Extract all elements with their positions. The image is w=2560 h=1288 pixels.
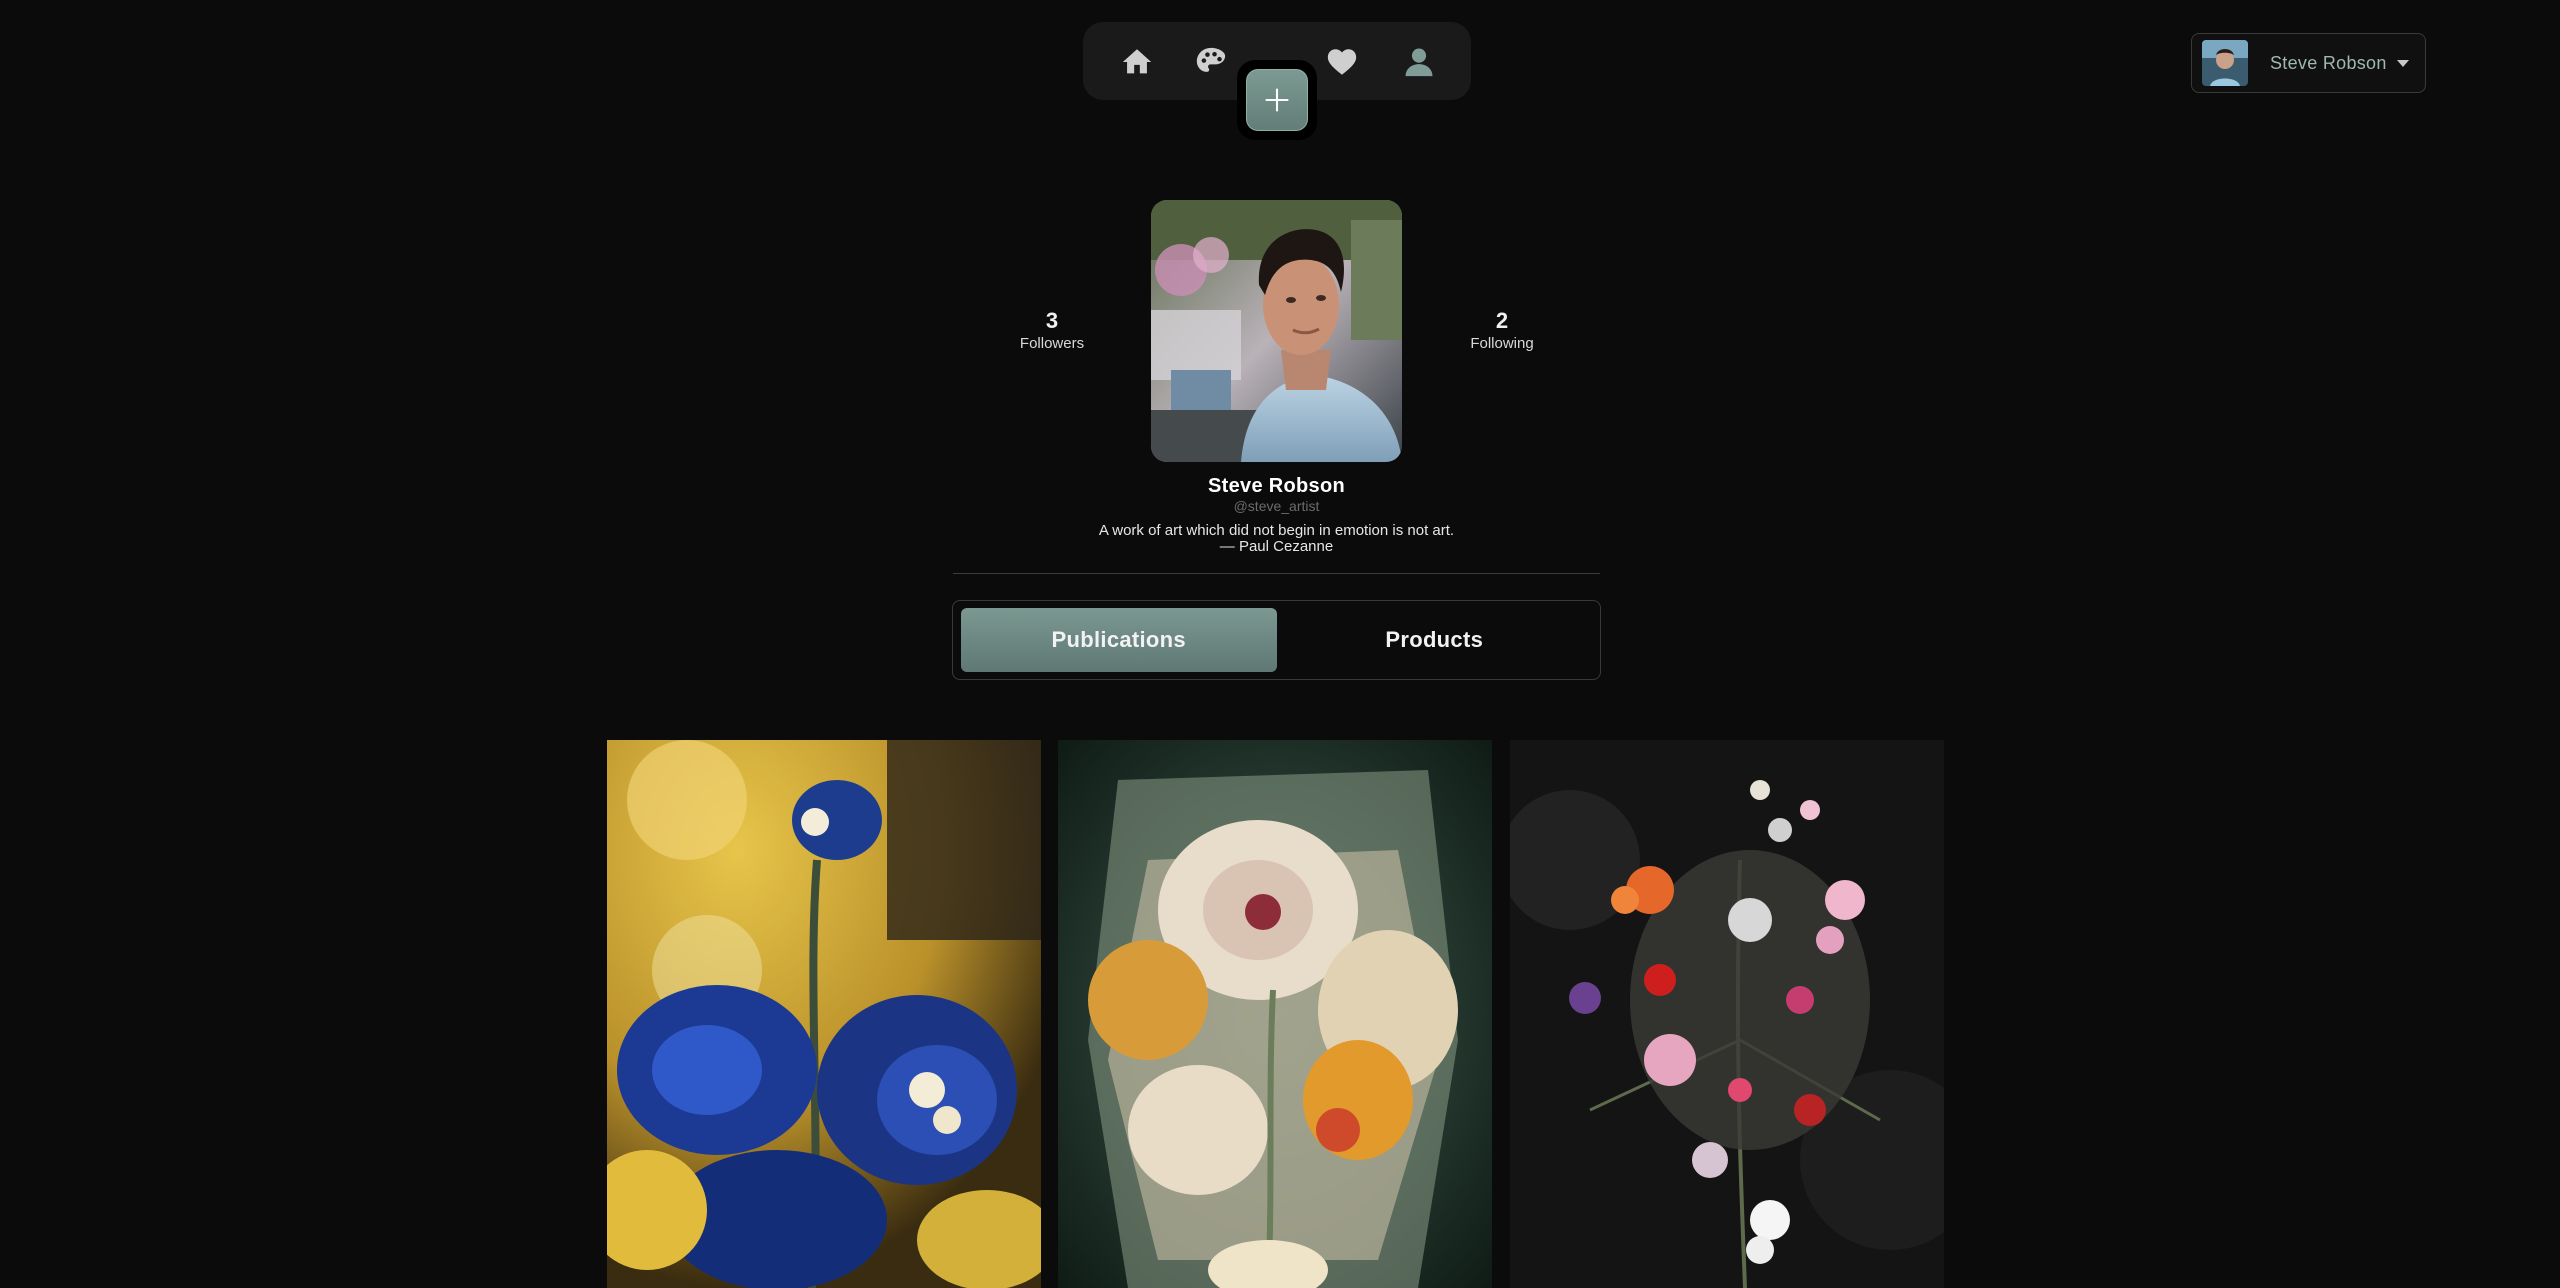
publication-card[interactable] [607, 740, 1041, 1288]
following-label: Following [1470, 335, 1534, 352]
artwork-image [1058, 740, 1492, 1288]
plus-icon [1265, 88, 1289, 112]
user-menu-dropdown[interactable]: Steve Robson [2191, 33, 2426, 93]
profile-name: Steve Robson [1208, 475, 1345, 497]
profile-photo [1151, 200, 1402, 462]
followers-label: Followers [1019, 335, 1085, 352]
add-publication-button[interactable] [1246, 69, 1308, 131]
artwork-image [607, 740, 1041, 1288]
add-button-wrapper [1237, 60, 1317, 140]
tab-products[interactable]: Products [1277, 608, 1593, 672]
profile-tabs: Publications Products [952, 600, 1601, 680]
following-stat[interactable]: 2 Following [1442, 308, 1562, 352]
divider [953, 573, 1600, 574]
heart-icon[interactable] [1324, 44, 1360, 80]
palette-icon[interactable] [1193, 44, 1229, 80]
followers-count: 3 [1045, 308, 1059, 333]
profile-bio: A work of art which did not begin in emo… [1098, 522, 1455, 555]
home-icon[interactable] [1119, 44, 1155, 80]
avatar [2202, 40, 2248, 86]
user-menu-name: Steve Robson [2270, 52, 2387, 73]
followers-stat[interactable]: 3 Followers [992, 308, 1112, 352]
publication-card[interactable] [1058, 740, 1492, 1288]
artwork-image [1510, 740, 1944, 1288]
profile-handle: @steve_artist [1233, 498, 1320, 514]
user-icon[interactable] [1401, 44, 1437, 80]
following-count: 2 [1495, 308, 1509, 333]
publication-card[interactable] [1510, 740, 1944, 1288]
chevron-down-icon [2397, 59, 2409, 67]
tab-publications[interactable]: Publications [961, 608, 1277, 672]
profile-page: Steve Robson 3 Followers 2 Following Ste… [0, 0, 2560, 1288]
